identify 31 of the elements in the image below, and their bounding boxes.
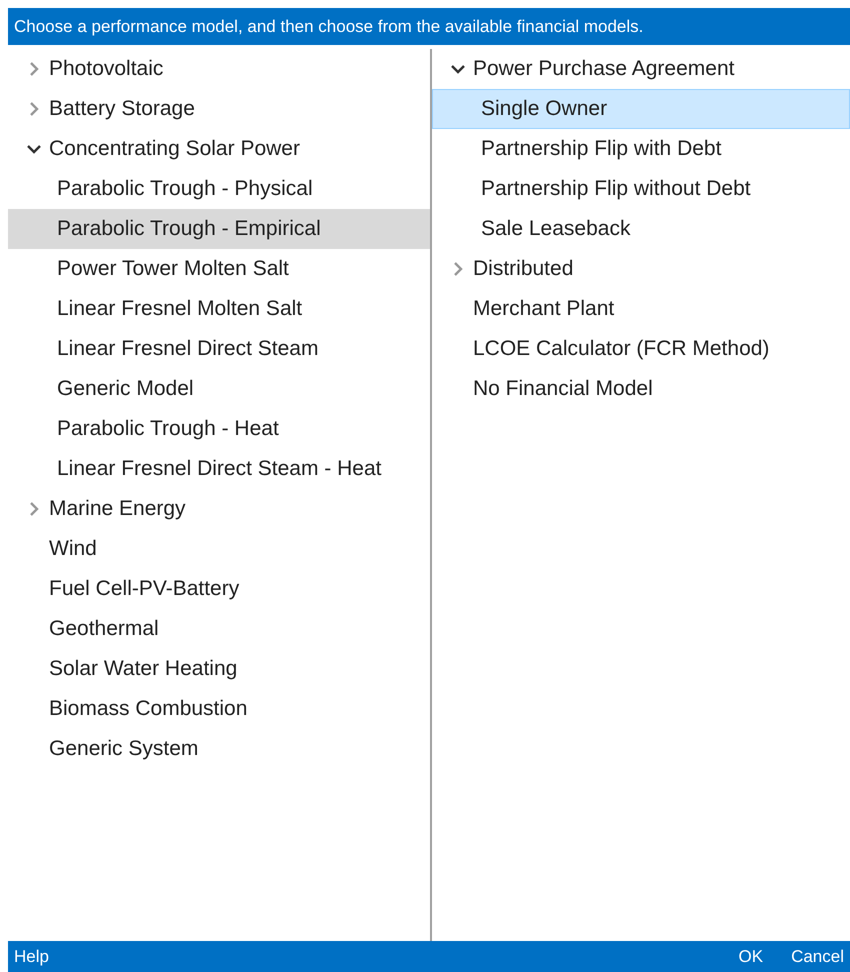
financial-model-item[interactable]: Partnership Flip without Debt	[432, 169, 850, 209]
financial-model-item[interactable]: Power Purchase Agreement	[432, 49, 850, 89]
financial-model-item[interactable]: Single Owner	[432, 89, 850, 129]
performance-model-item[interactable]: Linear Fresnel Direct Steam	[8, 329, 430, 369]
performance-model-item[interactable]: Geothermal	[8, 609, 430, 649]
performance-model-item[interactable]: Linear Fresnel Molten Salt	[8, 289, 430, 329]
performance-model-item[interactable]: Concentrating Solar Power	[8, 129, 430, 169]
financial-model-item[interactable]: LCOE Calculator (FCR Method)	[432, 329, 850, 369]
cancel-button[interactable]: Cancel	[785, 944, 850, 970]
performance-model-item[interactable]: Linear Fresnel Direct Steam - Heat	[8, 449, 430, 489]
performance-model-item[interactable]: Battery Storage	[8, 89, 430, 129]
financial-model-item[interactable]: Partnership Flip with Debt	[432, 129, 850, 169]
performance-model-item[interactable]: Solar Water Heating	[8, 649, 430, 689]
performance-model-item[interactable]: Parabolic Trough - Heat	[8, 409, 430, 449]
financial-model-item[interactable]: Sale Leaseback	[432, 209, 850, 249]
financial-model-item[interactable]: Distributed	[432, 249, 850, 289]
performance-model-item[interactable]: Fuel Cell-PV-Battery	[8, 569, 430, 609]
performance-model-item[interactable]: Wind	[8, 529, 430, 569]
performance-model-item[interactable]: Biomass Combustion	[8, 689, 430, 729]
performance-model-item[interactable]: Parabolic Trough - Physical	[8, 169, 430, 209]
performance-model-item[interactable]: Marine Energy	[8, 489, 430, 529]
performance-model-item[interactable]: Parabolic Trough - Empirical	[8, 209, 430, 249]
instruction-text: Choose a performance model, and then choose from the available financial models.	[8, 8, 850, 45]
performance-model-item[interactable]: Generic System	[8, 729, 430, 769]
ok-button[interactable]: OK	[732, 944, 770, 970]
help-button[interactable]: Help	[8, 944, 55, 970]
performance-model-item[interactable]: Generic Model	[8, 369, 430, 409]
financial-model-item[interactable]: Merchant Plant	[432, 289, 850, 329]
performance-model-item[interactable]: Photovoltaic	[8, 49, 430, 89]
performance-model-item[interactable]: Power Tower Molten Salt	[8, 249, 430, 289]
financial-model-item[interactable]: No Financial Model	[432, 369, 850, 409]
